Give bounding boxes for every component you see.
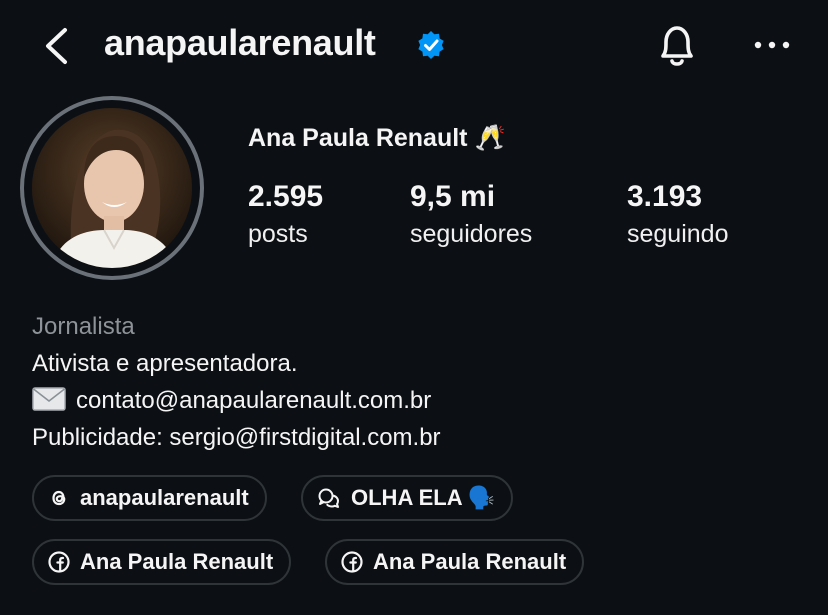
threads-icon xyxy=(52,490,66,506)
stat-followers-value: 9,5 mi xyxy=(410,180,496,213)
stat-posts[interactable]: 2.595 posts xyxy=(248,180,323,249)
profile-display-name: Ana Paula Renault 🥂 xyxy=(248,124,506,152)
bio-email[interactable]: contato@anapaularenault.com.br xyxy=(76,387,431,414)
envelope-icon xyxy=(32,387,66,411)
stat-following-value: 3.193 xyxy=(627,180,703,213)
more-options-icon[interactable] xyxy=(752,30,792,60)
chat-bubbles-icon xyxy=(318,488,339,508)
link-label: anapaularenault xyxy=(80,485,249,510)
back-arrow-icon[interactable] xyxy=(38,24,78,68)
bio-category: Jornalista xyxy=(32,313,135,340)
link-label: Ana Paula Renault xyxy=(373,549,567,574)
link-label: OLHA ELA 🗣️ xyxy=(351,485,496,510)
bio-line: Publicidade: sergio@firstdigital.com.br xyxy=(32,424,441,451)
stat-followers[interactable]: 9,5 mi seguidores xyxy=(410,180,532,249)
facebook-icon xyxy=(48,551,70,573)
avatar-photo xyxy=(32,108,192,268)
bio-line: Ativista e apresentadora. xyxy=(32,350,298,377)
link-facebook[interactable]: Ana Paula Renault xyxy=(325,539,585,585)
verified-badge-icon xyxy=(418,31,444,59)
notifications-bell-icon[interactable] xyxy=(654,20,700,70)
link-threads[interactable]: anapaularenault xyxy=(32,475,267,521)
profile-header: anapaularenault xyxy=(0,0,828,92)
profile-bio: Jornalista Ativista e apresentadora. con… xyxy=(32,308,441,456)
link-label: Ana Paula Renault xyxy=(80,549,274,574)
bio-email-line: contato@anapaularenault.com.br xyxy=(32,382,441,419)
stat-following[interactable]: 3.193 seguindo xyxy=(627,180,728,249)
link-channel[interactable]: OLHA ELA 🗣️ xyxy=(301,475,514,521)
stat-posts-label: posts xyxy=(248,220,308,248)
stat-posts-value: 2.595 xyxy=(248,180,324,213)
facebook-icon xyxy=(341,551,363,573)
stat-following-label: seguindo xyxy=(627,220,729,248)
profile-avatar[interactable] xyxy=(20,96,216,280)
profile-username: anapaularenault xyxy=(104,22,376,63)
link-facebook[interactable]: Ana Paula Renault xyxy=(32,539,292,585)
stat-followers-label: seguidores xyxy=(410,220,533,248)
